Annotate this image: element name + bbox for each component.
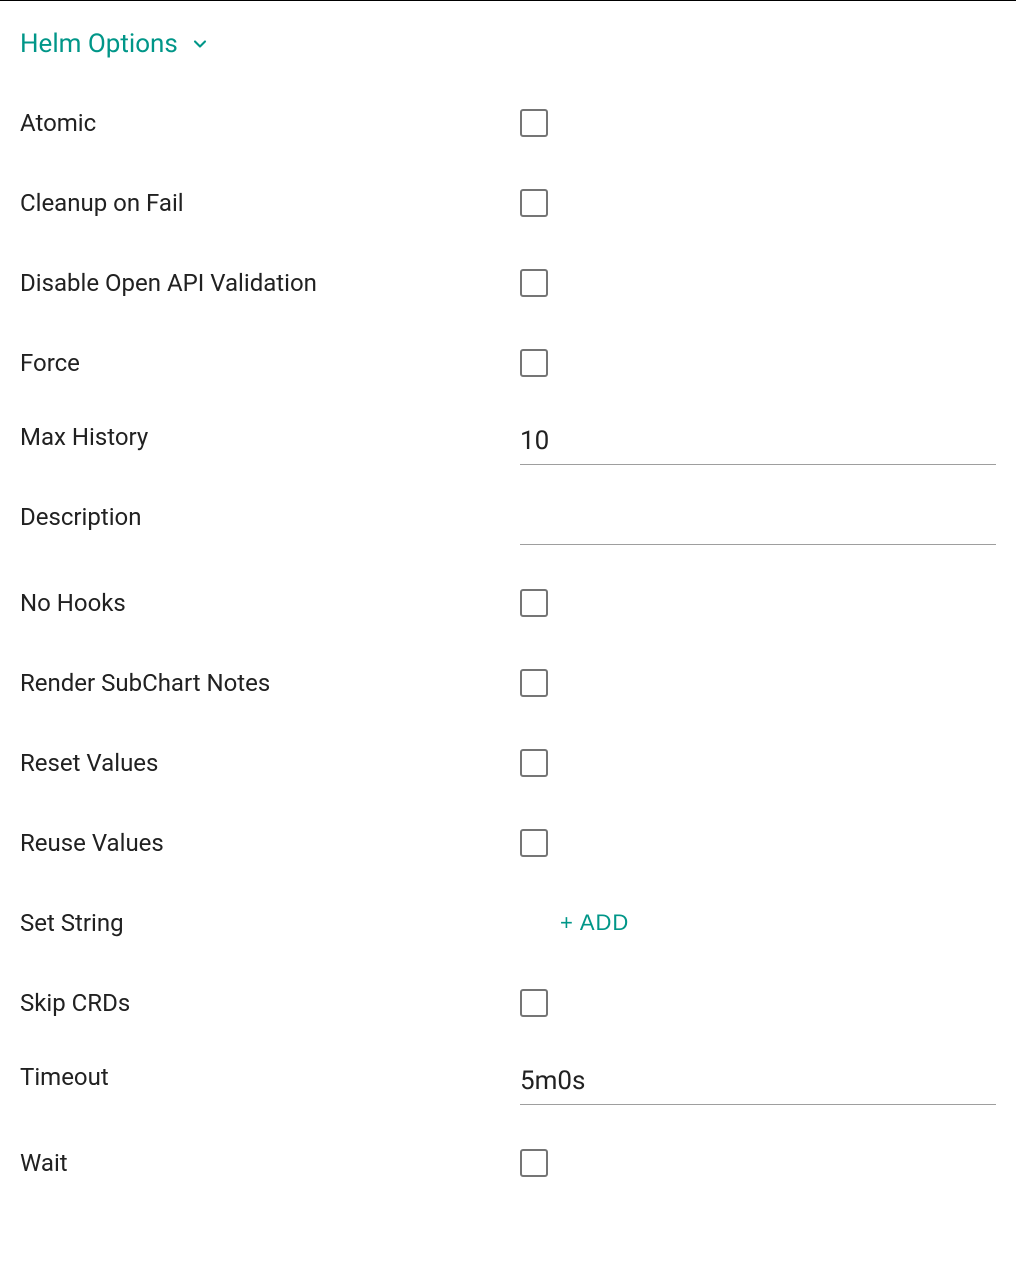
- no-hooks-checkbox[interactable]: [520, 589, 548, 617]
- max-history-input[interactable]: [520, 422, 996, 465]
- set-string-add-button[interactable]: + ADD: [560, 910, 629, 936]
- reset-values-checkbox[interactable]: [520, 749, 548, 777]
- disable-open-api-validation-checkbox[interactable]: [520, 269, 548, 297]
- timeout-input[interactable]: [520, 1062, 996, 1105]
- skip-crds-label: Skip CRDs: [20, 989, 520, 1017]
- chevron-down-icon: [190, 34, 210, 54]
- timeout-label: Timeout: [20, 1059, 520, 1091]
- description-label: Description: [20, 499, 520, 531]
- render-subchart-notes-checkbox[interactable]: [520, 669, 548, 697]
- helm-options-header[interactable]: Helm Options: [20, 21, 996, 59]
- atomic-checkbox[interactable]: [520, 109, 548, 137]
- cleanup-on-fail-label: Cleanup on Fail: [20, 189, 520, 217]
- no-hooks-label: No Hooks: [20, 589, 520, 617]
- set-string-label: Set String: [20, 909, 520, 937]
- reuse-values-label: Reuse Values: [20, 829, 520, 857]
- section-title: Helm Options: [20, 29, 178, 59]
- wait-label: Wait: [20, 1149, 520, 1177]
- reuse-values-checkbox[interactable]: [520, 829, 548, 857]
- render-subchart-notes-label: Render SubChart Notes: [20, 669, 520, 697]
- atomic-label: Atomic: [20, 109, 520, 137]
- plus-icon: +: [560, 910, 574, 936]
- wait-checkbox[interactable]: [520, 1149, 548, 1177]
- add-button-label: ADD: [580, 910, 629, 936]
- force-checkbox[interactable]: [520, 349, 548, 377]
- disable-open-api-validation-label: Disable Open API Validation: [20, 269, 520, 297]
- force-label: Force: [20, 349, 520, 377]
- max-history-label: Max History: [20, 419, 520, 451]
- reset-values-label: Reset Values: [20, 749, 520, 777]
- skip-crds-checkbox[interactable]: [520, 989, 548, 1017]
- description-input[interactable]: [520, 502, 996, 545]
- cleanup-on-fail-checkbox[interactable]: [520, 189, 548, 217]
